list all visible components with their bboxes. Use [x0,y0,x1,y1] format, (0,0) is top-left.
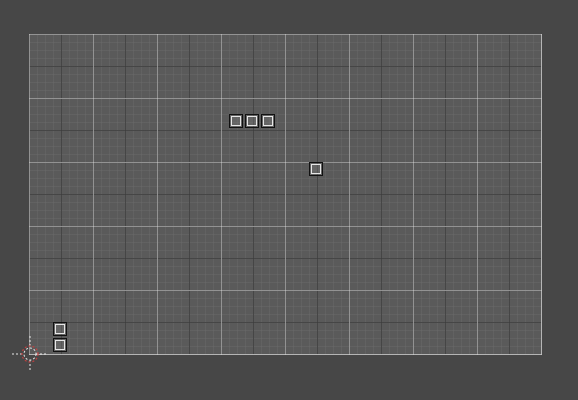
tile-row-3[interactable] [261,114,275,128]
tile-row-2[interactable] [245,114,259,128]
tile-column-2[interactable] [53,338,67,352]
tilemap-canvas[interactable] [29,34,542,355]
tile-single[interactable] [309,162,323,176]
tile-row-1[interactable] [229,114,243,128]
editor-viewport[interactable] [0,0,578,400]
origin-crosshair-icon [12,336,48,372]
tile-column-1[interactable] [53,322,67,336]
